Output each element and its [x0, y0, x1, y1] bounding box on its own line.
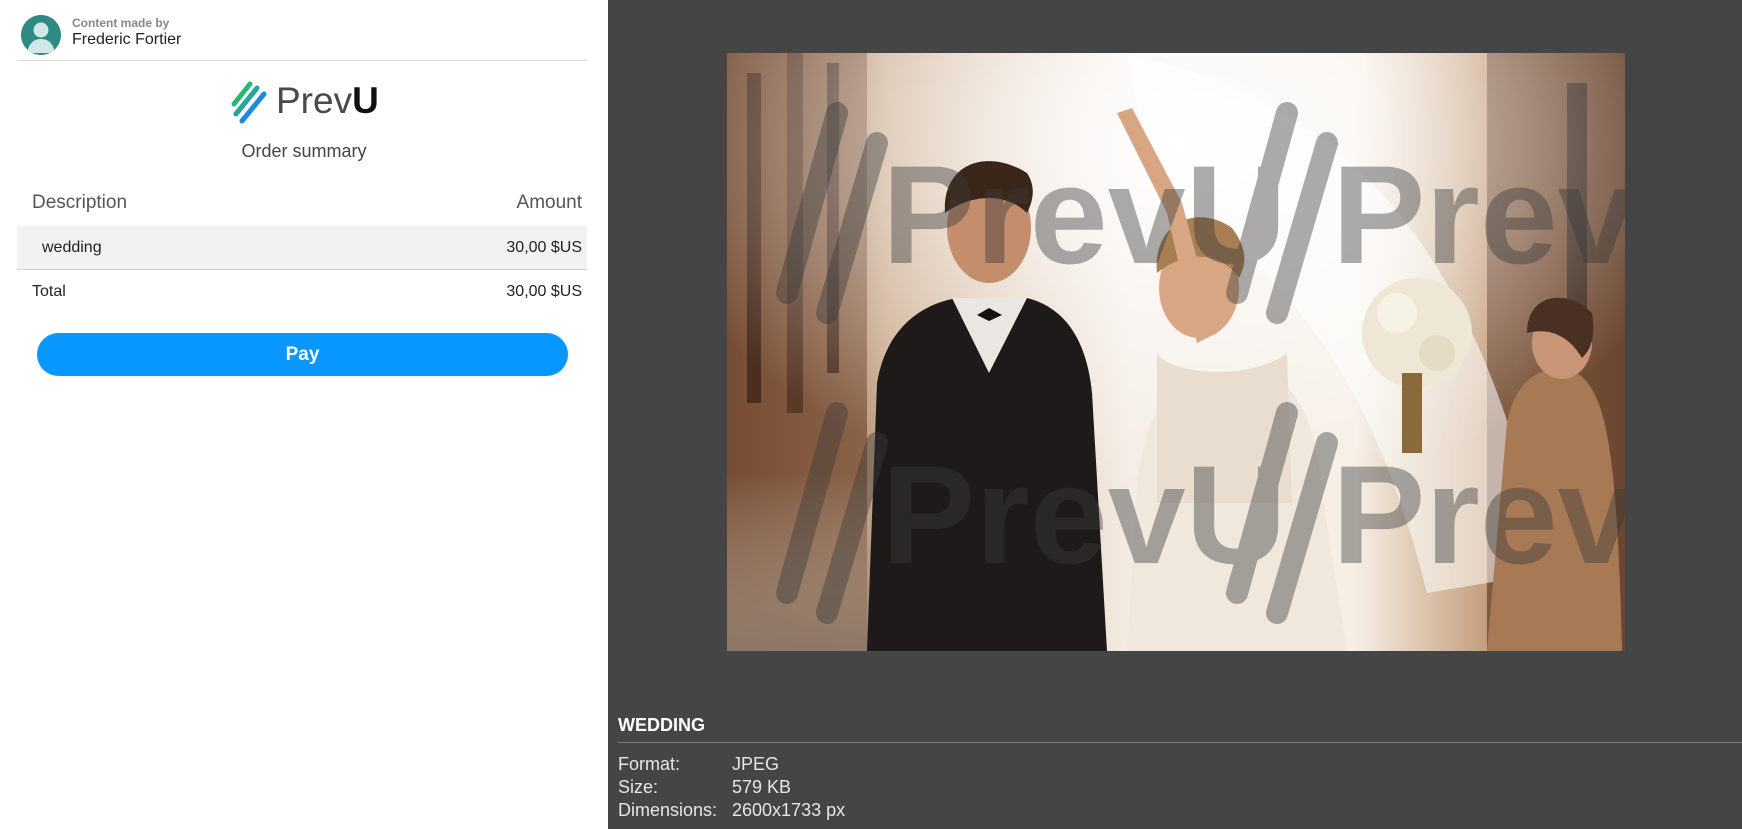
order-panel: Content made by Frederic Fortier PrevU O… [0, 0, 608, 829]
file-divider [618, 742, 1742, 743]
brand-name: PrevU [276, 80, 379, 122]
dimensions-label: Dimensions: [618, 800, 718, 820]
author-header: Content made by Frederic Fortier [17, 0, 587, 61]
total-label: Total [32, 283, 66, 300]
pay-button[interactable]: Pay [37, 333, 568, 376]
watermark-text: PrevU [1332, 436, 1625, 593]
watermark-text: PrevU [882, 136, 1287, 293]
avatar [21, 15, 61, 55]
watermark-text: PrevU [882, 436, 1287, 593]
size-value: 579 KB [732, 777, 792, 797]
brand-logo: PrevU [230, 78, 390, 126]
logo-mark-icon [231, 81, 267, 124]
total-amount: 30,00 $US [506, 283, 582, 300]
dimensions-value: 2600x1733 px [732, 800, 846, 820]
order-summary-title: Order summary [241, 141, 367, 161]
author-name: Frederic Fortier [72, 31, 182, 48]
description-column-header: Description [32, 192, 128, 213]
order-table: Description Amount wedding 30,00 $US Tot… [17, 185, 587, 313]
file-title: WEDDING [618, 715, 705, 735]
format-label: Format: [618, 754, 681, 774]
total-row: Total 30,00 $US [17, 270, 587, 313]
item-amount: 30,00 $US [506, 239, 582, 256]
size-label: Size: [618, 777, 659, 797]
table-header: Description Amount [17, 185, 587, 226]
item-description: wedding [42, 239, 102, 256]
format-value: JPEG [732, 754, 780, 774]
amount-column-header: Amount [516, 192, 582, 213]
watermark-text: PrevU [1332, 136, 1625, 293]
brand-name-regular: Prev [276, 80, 353, 121]
brand-name-bold: U [352, 80, 379, 121]
preview-image: PrevU PrevU PrevU [727, 53, 1625, 651]
author-caption: Content made by [72, 16, 170, 30]
table-row: wedding 30,00 $US [17, 226, 587, 270]
preview-panel: PrevU PrevU PrevU [608, 0, 1742, 829]
